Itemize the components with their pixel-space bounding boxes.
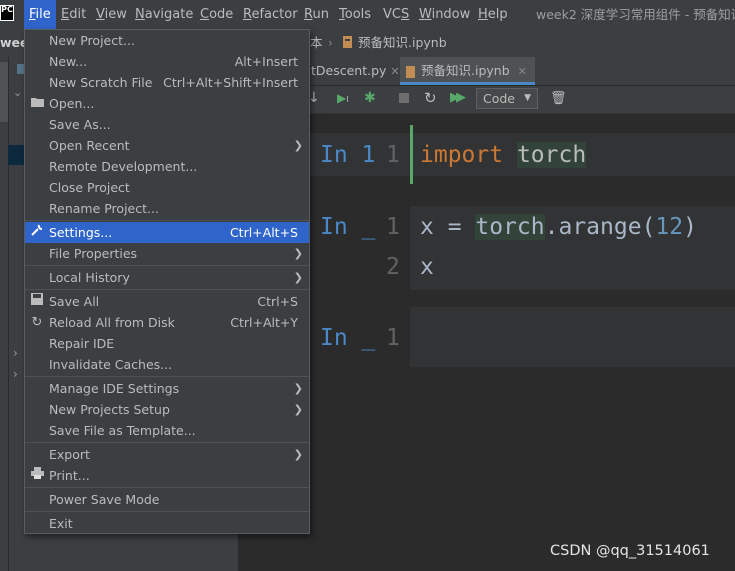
chevron-down-icon: ▼ — [524, 93, 531, 103]
wrench-icon — [30, 222, 44, 243]
line-number: 2 — [386, 254, 400, 280]
tab-notebook[interactable]: 预备知识.ipynb ✕ — [400, 57, 535, 85]
reload-icon: ↻ — [31, 315, 43, 330]
project-tool-button[interactable] — [0, 62, 8, 122]
menu-item-local-history[interactable]: Local History ❯ — [25, 267, 309, 288]
floppy-icon — [30, 291, 44, 312]
menu-run[interactable]: Run — [304, 0, 329, 29]
submenu-arrow-icon: ❯ — [293, 271, 303, 284]
submenu-arrow-icon: ❯ — [293, 382, 303, 395]
menu-item-close-project[interactable]: Close Project — [25, 177, 309, 198]
menu-file[interactable]: File — [24, 0, 56, 29]
menu-separator — [25, 511, 309, 512]
selected-tree-row[interactable] — [8, 145, 25, 165]
breadcrumb-folder[interactable]: 本 — [310, 29, 323, 57]
debug-icon[interactable]: ✱ — [364, 90, 376, 106]
menu-separator — [25, 265, 309, 266]
run-cell-icon[interactable]: ▶I — [337, 91, 349, 105]
tool-window-strip — [0, 57, 9, 571]
stop-icon[interactable] — [399, 93, 409, 103]
notebook-cell — [410, 307, 735, 367]
menu-item-rename-project[interactable]: Rename Project... — [25, 198, 309, 219]
printer-icon — [30, 465, 44, 486]
menu-item-remote-development[interactable]: Remote Development... — [25, 156, 309, 177]
menu-separator — [25, 376, 309, 377]
menu-item-invalidate-caches[interactable]: Invalidate Caches... — [25, 354, 309, 375]
menu-item-reload-all[interactable]: ↻ Reload All from Disk Ctrl+Alt+Y — [25, 312, 309, 333]
notebook-file-icon — [406, 65, 415, 78]
menu-edit[interactable]: Edit — [61, 0, 86, 29]
window-title: week2 深度学习常用组件 - 预备知识 — [536, 7, 735, 22]
menu-item-settings[interactable]: Settings... Ctrl+Alt+S — [25, 222, 309, 243]
menu-item-save-as[interactable]: Save As... — [25, 114, 309, 135]
tab-gradient-descent[interactable]: tDescent.py ✕ — [311, 57, 400, 85]
code-line[interactable]: x = torch.arange(12) — [420, 207, 697, 247]
trash-icon[interactable]: 🗑 — [550, 91, 567, 106]
cell-prompt: In 1 — [320, 142, 376, 168]
pycharm-logo-icon: PC — [0, 5, 14, 21]
menu-separator — [25, 442, 309, 443]
cell-prompt: In _ — [320, 325, 376, 351]
restart-kernel-icon[interactable]: ↻ — [424, 89, 437, 107]
submenu-arrow-icon: ❯ — [293, 247, 303, 260]
menu-view[interactable]: View — [96, 0, 127, 29]
menu-item-new-project[interactable]: New Project... — [25, 30, 309, 51]
menu-item-save-file-as-template[interactable]: Save File as Template... — [25, 420, 309, 441]
tree-expand-icon[interactable]: › — [13, 346, 18, 360]
menu-help[interactable]: Help — [478, 0, 508, 29]
cell-prompt: In _ — [320, 214, 376, 240]
code-line[interactable]: x — [420, 247, 434, 287]
line-number: 1 — [386, 142, 400, 168]
breadcrumb-separator-icon: › — [328, 36, 333, 50]
menu-item-print[interactable]: Print... — [25, 465, 309, 486]
cell-selection-marker — [410, 125, 413, 184]
run-all-icon[interactable]: ▶▶ — [450, 90, 466, 105]
menu-item-save-all[interactable]: Save All Ctrl+S — [25, 291, 309, 312]
menu-item-new-scratch-file[interactable]: New Scratch File Ctrl+Alt+Shift+Insert — [25, 72, 309, 93]
collapse-chevron-icon[interactable]: ⌄ — [13, 86, 22, 99]
folder-icon — [30, 93, 44, 114]
close-icon[interactable]: ✕ — [518, 65, 527, 78]
menu-navigate[interactable]: Navigate — [135, 0, 193, 29]
menu-separator — [25, 289, 309, 290]
menu-separator — [25, 487, 309, 488]
menu-tools[interactable]: Tools — [339, 0, 371, 29]
menu-window[interactable]: Window — [419, 0, 470, 29]
tree-expand-icon[interactable]: › — [13, 367, 18, 381]
breadcrumb-file[interactable]: 预备知识.ipynb — [358, 29, 447, 57]
menu-item-manage-ide-settings[interactable]: Manage IDE Settings ❯ — [25, 378, 309, 399]
menu-item-new-projects-setup[interactable]: New Projects Setup ❯ — [25, 399, 309, 420]
menu-item-power-save-mode[interactable]: Power Save Mode — [25, 489, 309, 510]
cell-type-select[interactable]: Code ▼ — [476, 88, 538, 109]
menu-item-file-properties[interactable]: File Properties ❯ — [25, 243, 309, 264]
submenu-arrow-icon: ❯ — [293, 403, 303, 416]
line-number: 1 — [386, 325, 400, 351]
menu-separator — [25, 220, 309, 221]
menu-code[interactable]: Code — [200, 0, 233, 29]
code-line[interactable]: import torch — [420, 135, 587, 175]
watermark-text: CSDN @qq_31514061 — [550, 543, 710, 559]
menu-item-export[interactable]: Export ❯ — [25, 444, 309, 465]
menu-refactor[interactable]: Refactor — [243, 0, 298, 29]
menu-item-open[interactable]: Open... — [25, 93, 309, 114]
menu-vcs[interactable]: VCS — [383, 0, 409, 29]
menu-item-open-recent[interactable]: Open Recent ❯ — [25, 135, 309, 156]
menu-item-repair-ide[interactable]: Repair IDE — [25, 333, 309, 354]
close-icon[interactable]: ✕ — [390, 65, 399, 78]
submenu-arrow-icon: ❯ — [293, 448, 303, 461]
menu-item-new[interactable]: New... Alt+Insert — [25, 51, 309, 72]
notebook-file-icon — [342, 35, 353, 49]
line-number: 1 — [386, 214, 400, 240]
submenu-arrow-icon: ❯ — [293, 139, 303, 152]
menu-item-exit[interactable]: Exit — [25, 513, 309, 534]
